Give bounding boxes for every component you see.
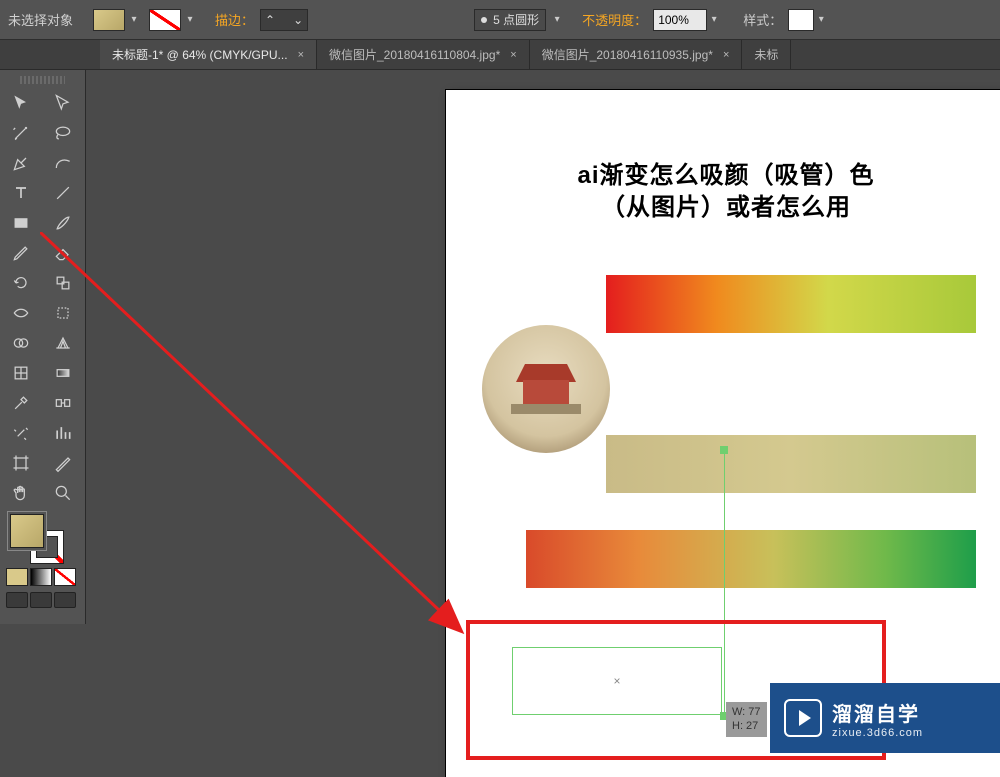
guide-handle xyxy=(720,446,728,454)
color-mode-gradient[interactable] xyxy=(30,568,52,586)
eraser-tool[interactable] xyxy=(42,238,84,268)
no-selection-label: 未选择对象 xyxy=(8,10,73,29)
close-icon[interactable]: × xyxy=(510,49,516,61)
brush-profile[interactable]: 5 点圆形 xyxy=(474,9,546,31)
options-bar: 未选择对象 ▾ ▾ 描边： ⌃⌄ 5 点圆形▾ 不透明度： ▾ 样式： ▾ xyxy=(0,0,1000,40)
drawing-rectangle[interactable]: × xyxy=(512,647,722,715)
screen-mode-full[interactable] xyxy=(30,592,52,608)
watermark-badge: 溜溜自学 zixue.3d66.com xyxy=(770,683,1000,753)
document-tab-bar: 未标题-1* @ 64% (CMYK/GPU...× 微信图片_20180416… xyxy=(0,40,1000,70)
stroke-label: 描边： xyxy=(215,10,254,29)
blend-tool[interactable] xyxy=(42,388,84,418)
artwork-title: ai渐变怎么吸颜（吸管）色 （从图片）或者怎么用 xyxy=(516,160,936,225)
width-tool[interactable] xyxy=(0,298,42,328)
shape-builder-tool[interactable] xyxy=(0,328,42,358)
fill-dropdown[interactable]: ▾ xyxy=(127,9,141,31)
gradient-tool[interactable] xyxy=(42,358,84,388)
watermark-url: zixue.3d66.com xyxy=(832,727,923,739)
column-graph-tool[interactable] xyxy=(42,418,84,448)
close-icon[interactable]: × xyxy=(723,49,729,61)
perspective-grid-tool[interactable] xyxy=(42,328,84,358)
lasso-tool[interactable] xyxy=(42,118,84,148)
tools-panel xyxy=(0,70,86,624)
style-label: 样式： xyxy=(743,10,782,29)
panel-grip[interactable] xyxy=(20,76,65,84)
circle-image[interactable] xyxy=(482,325,610,453)
screen-mode-normal[interactable] xyxy=(6,592,28,608)
fill-color-swatch[interactable] xyxy=(10,514,44,548)
zoom-tool[interactable] xyxy=(42,478,84,508)
gradient-bar-1[interactable] xyxy=(606,275,976,333)
tab-untitled-1[interactable]: 未标题-1* @ 64% (CMYK/GPU...× xyxy=(100,40,317,69)
eyedropper-tool[interactable] xyxy=(0,388,42,418)
profile-dropdown[interactable]: ▾ xyxy=(550,9,564,31)
stroke-weight-input[interactable]: ⌃⌄ xyxy=(260,9,308,31)
color-mode-solid[interactable] xyxy=(6,568,28,586)
canvas-area[interactable]: ai渐变怎么吸颜（吸管）色 （从图片）或者怎么用 × W: 77H: 27 xyxy=(86,70,1000,777)
rectangle-tool[interactable] xyxy=(0,208,42,238)
rotate-tool[interactable] xyxy=(0,268,42,298)
fill-stroke-control[interactable] xyxy=(0,508,85,566)
tab-wechat-image-1[interactable]: 微信图片_20180416110804.jpg*× xyxy=(317,40,530,69)
scale-tool[interactable] xyxy=(42,268,84,298)
watermark-title: 溜溜自学 xyxy=(832,698,923,727)
paintbrush-tool[interactable] xyxy=(42,208,84,238)
stroke-dropdown[interactable]: ▾ xyxy=(183,9,197,31)
dimension-tooltip: W: 77H: 27 xyxy=(726,702,767,737)
style-swatch[interactable] xyxy=(788,9,814,31)
screen-mode-presentation[interactable] xyxy=(54,592,76,608)
pencil-tool[interactable] xyxy=(0,238,42,268)
opacity-label: 不透明度： xyxy=(582,10,647,29)
type-tool[interactable] xyxy=(0,178,42,208)
symbol-sprayer-tool[interactable] xyxy=(0,418,42,448)
tab-wechat-image-2[interactable]: 微信图片_20180416110935.jpg*× xyxy=(530,40,743,69)
slice-tool[interactable] xyxy=(42,448,84,478)
artboard[interactable]: ai渐变怎么吸颜（吸管）色 （从图片）或者怎么用 × W: 77H: 27 xyxy=(446,90,1000,777)
magic-wand-tool[interactable] xyxy=(0,118,42,148)
artboard-tool[interactable] xyxy=(0,448,42,478)
direct-selection-tool[interactable] xyxy=(42,88,84,118)
free-transform-tool[interactable] xyxy=(42,298,84,328)
hand-tool[interactable] xyxy=(0,478,42,508)
gradient-bar-3[interactable] xyxy=(526,530,976,588)
color-mode-none[interactable] xyxy=(54,568,76,586)
pen-tool[interactable] xyxy=(0,148,42,178)
mesh-tool[interactable] xyxy=(0,358,42,388)
selection-tool[interactable] xyxy=(0,88,42,118)
play-icon xyxy=(784,699,822,737)
opacity-input[interactable] xyxy=(653,9,707,31)
style-dropdown[interactable]: ▾ xyxy=(814,9,828,31)
center-mark: × xyxy=(613,674,620,688)
opacity-dropdown[interactable]: ▾ xyxy=(707,9,721,31)
building-graphic xyxy=(511,364,581,414)
line-segment-tool[interactable] xyxy=(42,178,84,208)
close-icon[interactable]: × xyxy=(298,49,304,61)
tab-untitled-2[interactable]: 未标 xyxy=(742,40,791,69)
stroke-swatch[interactable] xyxy=(149,9,181,31)
gradient-bar-2[interactable] xyxy=(606,435,976,493)
fill-swatch[interactable] xyxy=(93,9,125,31)
curvature-tool[interactable] xyxy=(42,148,84,178)
